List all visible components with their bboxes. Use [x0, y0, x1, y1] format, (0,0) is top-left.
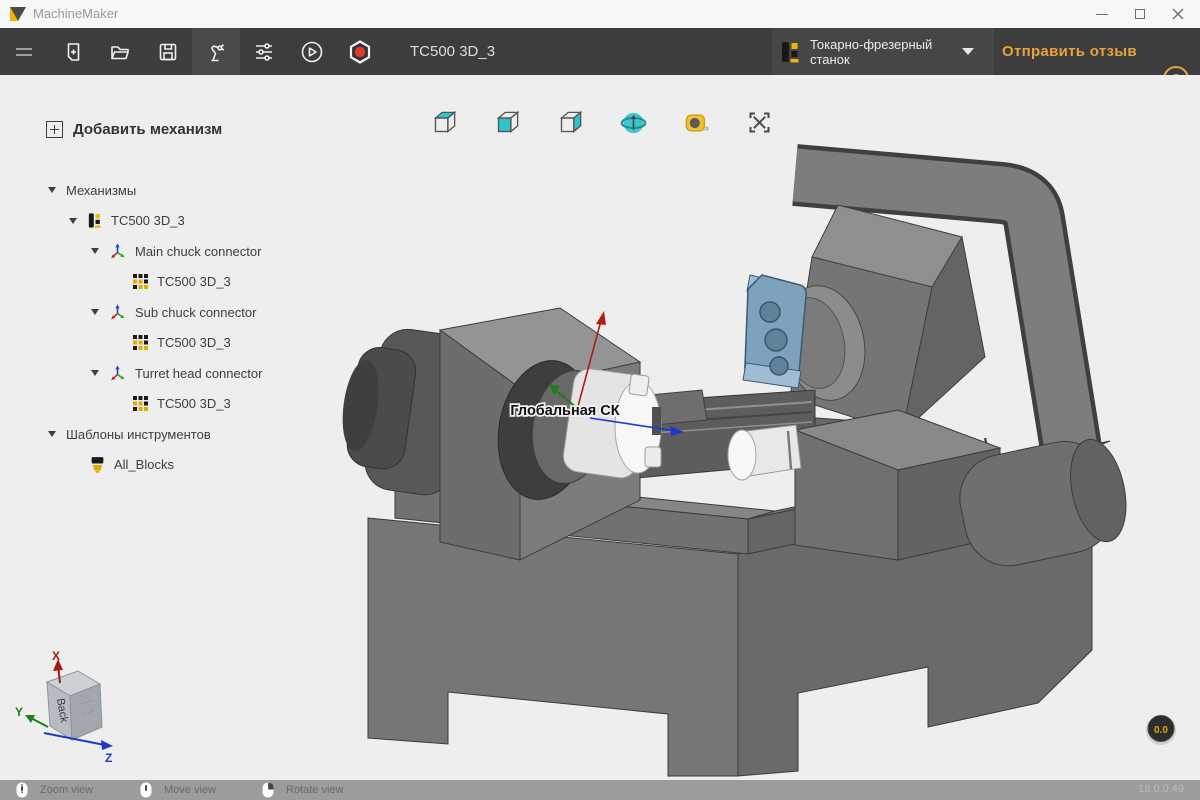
top-view-button[interactable]: [431, 109, 458, 136]
tree-item-sub-chuck-machine[interactable]: TC500 3D_3: [0, 328, 330, 359]
side-view-button[interactable]: [557, 109, 584, 136]
orientation-cube[interactable]: Back X Y Z: [15, 649, 113, 765]
tree-item-main-chuck-connector[interactable]: Main chuck connector: [0, 236, 330, 267]
open-folder-icon: [108, 40, 132, 64]
machine-icon: [87, 212, 102, 229]
titlebar: MachineMaker: [0, 0, 1200, 28]
measure-button[interactable]: [683, 109, 710, 136]
zoom-view-hint: Zoom view: [16, 780, 93, 800]
view-toolbar: [431, 109, 773, 136]
tree-item-all-blocks[interactable]: All_Blocks: [0, 450, 330, 481]
machine-type-label: Токарно-фрезерный станок: [810, 37, 960, 67]
chevron-down-icon[interactable]: [48, 431, 57, 437]
close-icon: [1172, 8, 1184, 20]
axis-icon: [109, 243, 126, 260]
grid-icon: [133, 396, 148, 411]
grid-icon: [133, 274, 148, 289]
mouse-middle-icon: [140, 782, 152, 798]
machine-type-selector[interactable]: Токарно-фрезерный станок: [772, 28, 994, 75]
tree-item-turret-head-connector[interactable]: Turret head connector: [0, 358, 330, 389]
version-label: 18.0.0.49: [1138, 783, 1184, 795]
axis-icon: [109, 304, 126, 321]
record-button[interactable]: [336, 28, 384, 75]
mouse-wheel-icon: [16, 782, 28, 798]
speed-badge-value: 0.0: [1154, 725, 1168, 736]
mechanism-tree: Механизмы TC500 3D_3 Main chuck connecto…: [0, 175, 330, 480]
settings-button[interactable]: [240, 28, 288, 75]
move-view-hint: Move view: [140, 780, 216, 800]
open-file-button[interactable]: [96, 28, 144, 75]
chevron-down-icon[interactable]: [48, 187, 57, 193]
rotate-view-hint: Rotate view: [262, 780, 343, 800]
orbit-view-button[interactable]: [620, 109, 647, 136]
expand-icon: [746, 109, 773, 136]
x-axis-label: X: [52, 649, 60, 663]
front-view-button[interactable]: [494, 109, 521, 136]
axis-icon: [109, 365, 126, 382]
save-icon: [156, 40, 180, 64]
machine-tool-block: [743, 275, 806, 388]
tree-item-tool-templates[interactable]: Шаблоны инструментов: [0, 419, 330, 450]
robot-mechanism-button[interactable]: [192, 28, 240, 75]
document-title: TC500 3D_3: [410, 28, 495, 75]
origin-label: Глобальная СК: [510, 403, 619, 419]
menu-button[interactable]: [0, 28, 48, 75]
play-simulation-button[interactable]: [288, 28, 336, 75]
orbit-icon: [620, 109, 647, 137]
y-axis-label: Y: [15, 705, 23, 719]
cube-front-view-icon: [494, 109, 521, 136]
plus-icon: [46, 121, 63, 138]
chevron-down-icon[interactable]: [91, 248, 100, 254]
speed-badge[interactable]: 0.0: [1146, 715, 1176, 745]
hamburger-icon: [12, 40, 36, 64]
sliders-icon: [252, 40, 276, 64]
grid-icon: [133, 335, 148, 350]
chevron-down-icon: [962, 48, 974, 55]
chevron-down-icon[interactable]: [91, 309, 100, 315]
tree-item-sub-chuck-connector[interactable]: Sub chuck connector: [0, 297, 330, 328]
cube-top-view-icon: [431, 109, 458, 136]
new-file-icon: [60, 40, 84, 64]
app-logo-icon: [9, 5, 27, 23]
save-button[interactable]: [144, 28, 192, 75]
robot-arm-icon: [204, 40, 228, 64]
tree-item-machine[interactable]: TC500 3D_3: [0, 206, 330, 237]
close-button[interactable]: [1156, 0, 1200, 28]
fit-view-button[interactable]: [746, 109, 773, 136]
tree-item-main-chuck-machine[interactable]: TC500 3D_3: [0, 267, 330, 298]
main-toolbar: TC500 3D_3 Токарно-фрезерный станок Отпр…: [0, 28, 1200, 75]
cube-side-view-icon: [557, 109, 584, 136]
measure-tape-icon: [683, 109, 710, 137]
play-icon: [299, 39, 325, 65]
chevron-down-icon[interactable]: [69, 218, 78, 224]
tool-block-icon: [90, 456, 105, 473]
new-file-button[interactable]: [48, 28, 96, 75]
statusbar: Zoom view Move view Rotate view 18.0.0.4…: [0, 780, 1200, 800]
mouse-right-icon: [262, 782, 274, 798]
tree-item-turret-head-machine[interactable]: TC500 3D_3: [0, 389, 330, 420]
add-mechanism-button[interactable]: Добавить механизм: [46, 121, 222, 138]
z-axis-label: Z: [105, 751, 112, 765]
chevron-down-icon[interactable]: [91, 370, 100, 376]
record-icon: [347, 39, 373, 65]
app-title: MachineMaker: [33, 6, 118, 21]
viewport[interactable]: Глобальная СК Back X Y Z 0.0 Д: [0, 75, 1200, 780]
machine-type-icon: [780, 40, 800, 64]
tree-item-mechanisms[interactable]: Механизмы: [0, 175, 330, 206]
send-feedback-button[interactable]: Отправить отзыв: [1002, 28, 1137, 75]
